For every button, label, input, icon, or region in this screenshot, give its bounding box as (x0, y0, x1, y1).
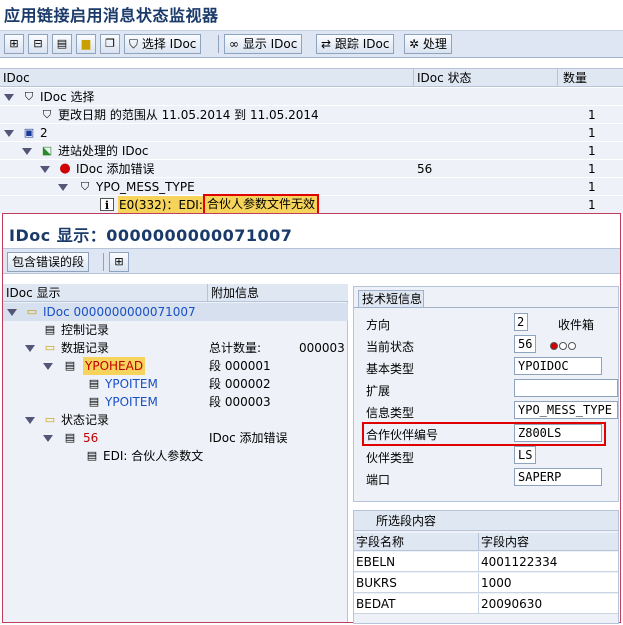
expand-triangle-icon[interactable] (25, 345, 35, 352)
partner-number-field[interactable]: Z800LS (514, 424, 602, 442)
gear-icon: ✲ (409, 37, 420, 51)
current-status-field[interactable]: 56 (514, 335, 536, 353)
expand-triangle-icon[interactable] (25, 417, 35, 424)
select-idoc-button[interactable]: ⛉ 选择 IDoc (124, 34, 202, 54)
expand-triangle-icon[interactable] (43, 363, 53, 370)
display-idoc-button[interactable]: ∞ 显示 IDoc (224, 34, 303, 54)
expand-triangle-icon[interactable] (22, 148, 32, 155)
tree-node-ypohead[interactable]: ▤ YPOHEAD 段 000001 (3, 357, 348, 375)
trace-idoc-button[interactable]: ⇄ 跟踪 IDoc (316, 34, 395, 54)
technical-short-info: 技术短信息 方向 2 收件箱 当前状态 56 基本类型 YPOIDOC 扩展 信… (353, 286, 619, 502)
copy-icon: ❐ (105, 37, 115, 50)
port-field[interactable]: SAPERP (514, 468, 602, 486)
tree-row-direction[interactable]: ▣ 2 1 (0, 124, 623, 142)
column-idoc-status[interactable]: IDoc 状态 (414, 69, 558, 87)
column-field-name[interactable]: 字段名称 (356, 533, 404, 551)
tree-row-error[interactable]: ● IDoc 添加错误 56 1 (0, 160, 623, 178)
expand-triangle-icon[interactable] (58, 184, 68, 191)
table-row[interactable]: EBELN 4001122334 (354, 552, 618, 572)
red-light-icon: ● (59, 161, 71, 176)
segment-content: 所选段内容 字段名称 字段内容 EBELN 4001122334 BUKRS 1… (353, 510, 619, 624)
segment-table-header: 字段名称 字段内容 (354, 533, 618, 551)
folder-icon: ▆ (81, 37, 91, 50)
segment-content-title: 所选段内容 (354, 511, 618, 531)
tree-node-data-records[interactable]: ▭ 数据记录 总计数量: 000003 (3, 339, 348, 357)
column-additional-info[interactable]: 附加信息 (211, 284, 259, 302)
document-icon: ▤ (64, 431, 76, 444)
info-icon: i (100, 198, 114, 212)
document-icon: ▤ (88, 377, 100, 390)
tree-row-selection[interactable]: ⛉ IDoc 选择 (0, 88, 623, 106)
document-icon: ▤ (86, 449, 98, 462)
tree-node-status-records[interactable]: ▭ 状态记录 (3, 411, 348, 429)
folder-button[interactable]: ▆ (76, 34, 96, 54)
error-segments-button[interactable]: 包含错误的段 (7, 252, 90, 272)
document-button[interactable]: ▤ (52, 34, 72, 54)
tree-view-button[interactable]: ⊞ (109, 252, 129, 272)
expand-triangle-icon[interactable] (4, 94, 14, 101)
message-type-field[interactable]: YPO_MESS_TYPE (514, 401, 618, 419)
expand-all-button[interactable]: ⊞ (4, 34, 24, 54)
table-row[interactable]: BEDAT 20090630 (354, 594, 618, 614)
idoc-display-toolbar: 包含错误的段 ⊞ (3, 248, 620, 274)
tree-node-idoc[interactable]: ▭ IDoc 0000000000071007 (3, 303, 348, 321)
expand-triangle-icon[interactable] (43, 435, 53, 442)
tree-node-ypoitem-1[interactable]: ▤ YPOITEM 段 000002 (3, 375, 348, 393)
basic-type-field[interactable]: YPOIDOC (514, 357, 602, 375)
direction-field[interactable]: 2 (514, 313, 528, 331)
process-button[interactable]: ✲ 处理 (404, 34, 452, 54)
folder-icon: ▭ (44, 341, 56, 354)
tree-row-date-range[interactable]: ⛉ 更改日期 的范围从 11.05.2014 到 11.05.2014 1 (0, 106, 623, 124)
table-row[interactable]: BUKRS 1000 (354, 573, 618, 593)
folder-icon: ▭ (26, 305, 38, 318)
tree-row-error-message[interactable]: i E0(332)：EDI: 合伙人参数文件无效 1 (0, 194, 623, 215)
tree-node-edi-message[interactable]: ▤ EDI: 合伙人参数文 (3, 447, 348, 465)
idoc-tree-header: IDoc 显示 附加信息 (3, 284, 348, 302)
collapse-icon: ⊟ (33, 37, 43, 50)
column-idoc-display[interactable]: IDoc 显示 (6, 284, 61, 302)
error-highlight: 合伙人参数文件无效 (203, 194, 320, 215)
idoc-tree: IDoc 显示 附加信息 ▭ IDoc 0000000000071007 ▤ 控… (3, 284, 348, 622)
document-icon: ▤ (88, 395, 100, 408)
idoc-display-title: IDoc 显示：0000000000071007 (9, 226, 293, 245)
traffic-light-icon (550, 338, 577, 352)
grid-header: IDoc IDoc 状态 数量 (0, 68, 623, 87)
trace-icon: ⇄ (321, 37, 332, 51)
tab-technical-short-info[interactable]: 技术短信息 (358, 290, 424, 307)
inbound-icon: ⬕ (41, 144, 53, 157)
filter-icon: ⛉ (42, 108, 52, 121)
tree-row-inbound[interactable]: ⬕ 进站处理的 IDoc 1 (0, 142, 623, 160)
partner-type-field[interactable]: LS (514, 446, 536, 464)
filter-icon: ⛉ (80, 180, 90, 193)
expand-icon: ⊞ (9, 37, 19, 50)
column-count[interactable]: 数量 (558, 69, 590, 87)
tree-node-ypoitem-2[interactable]: ▤ YPOITEM 段 000003 (3, 393, 348, 411)
main-toolbar: ⊞ ⊟ ▤ ▆ ❐ ⛉ 选择 IDoc ∞ 显示 IDoc ⇄ 跟踪 IDoc … (0, 30, 623, 58)
tree-icon: ⊞ (114, 255, 124, 268)
document-icon: ▤ (64, 359, 76, 372)
glasses-icon: ∞ (229, 37, 239, 51)
window-title: 应用链接启用消息状态监视器 (4, 6, 219, 25)
filter-icon: ⛉ (24, 90, 34, 103)
copy-button[interactable]: ❐ (100, 34, 120, 54)
expand-triangle-icon[interactable] (7, 309, 17, 316)
tree-node-control-record[interactable]: ▤ 控制记录 (3, 321, 348, 339)
filter-icon: ⛉ (129, 37, 139, 51)
expand-triangle-icon[interactable] (40, 166, 50, 173)
idoc-display-panel: IDoc 显示：0000000000071007 包含错误的段 ⊞ IDoc 显… (2, 213, 621, 624)
extension-field[interactable] (514, 379, 618, 397)
column-idoc[interactable]: IDoc (0, 69, 414, 87)
tree-node-status-56[interactable]: ▤ 56 IDoc 添加错误 (3, 429, 348, 447)
column-field-content[interactable]: 字段内容 (481, 533, 529, 551)
inbox-icon: ▣ (23, 126, 35, 139)
folder-icon: ▭ (44, 413, 56, 426)
document-icon: ▤ (56, 37, 68, 50)
collapse-button[interactable]: ⊟ (28, 34, 48, 54)
expand-triangle-icon[interactable] (4, 130, 14, 137)
document-icon: ▤ (44, 323, 56, 336)
